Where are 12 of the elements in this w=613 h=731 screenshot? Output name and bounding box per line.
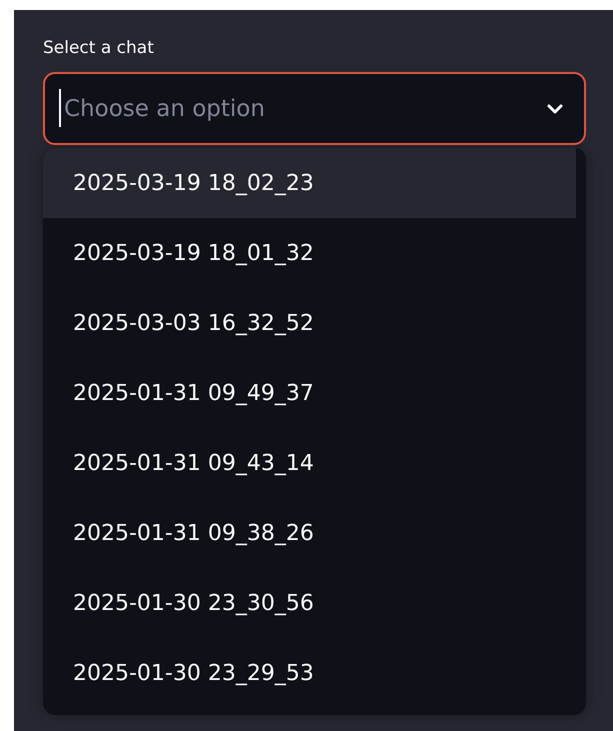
dropdown-option[interactable]: 2025-01-31 09_49_37	[43, 358, 576, 428]
dropdown-option[interactable]: 2025-03-19 18_01_32	[43, 218, 576, 288]
dropdown-option[interactable]: 2025-01-30 23_29_53	[43, 638, 576, 708]
dropdown-option[interactable]: 2025-01-31 09_43_14	[43, 428, 576, 498]
dropdown-option[interactable]: 2025-03-03 16_32_52	[43, 288, 576, 358]
field-label: Select a chat	[43, 38, 155, 60]
select-field[interactable]: Choose an option	[43, 72, 586, 145]
text-cursor	[59, 89, 61, 127]
chevron-down-icon	[546, 103, 564, 115]
dropdown-option[interactable]: 2025-03-19 18_02_23	[43, 148, 576, 218]
dropdown-option[interactable]: 2025-01-31 09_38_26	[43, 498, 576, 568]
dropdown-option[interactable]: 2025-01-30 23_30_56	[43, 568, 576, 638]
